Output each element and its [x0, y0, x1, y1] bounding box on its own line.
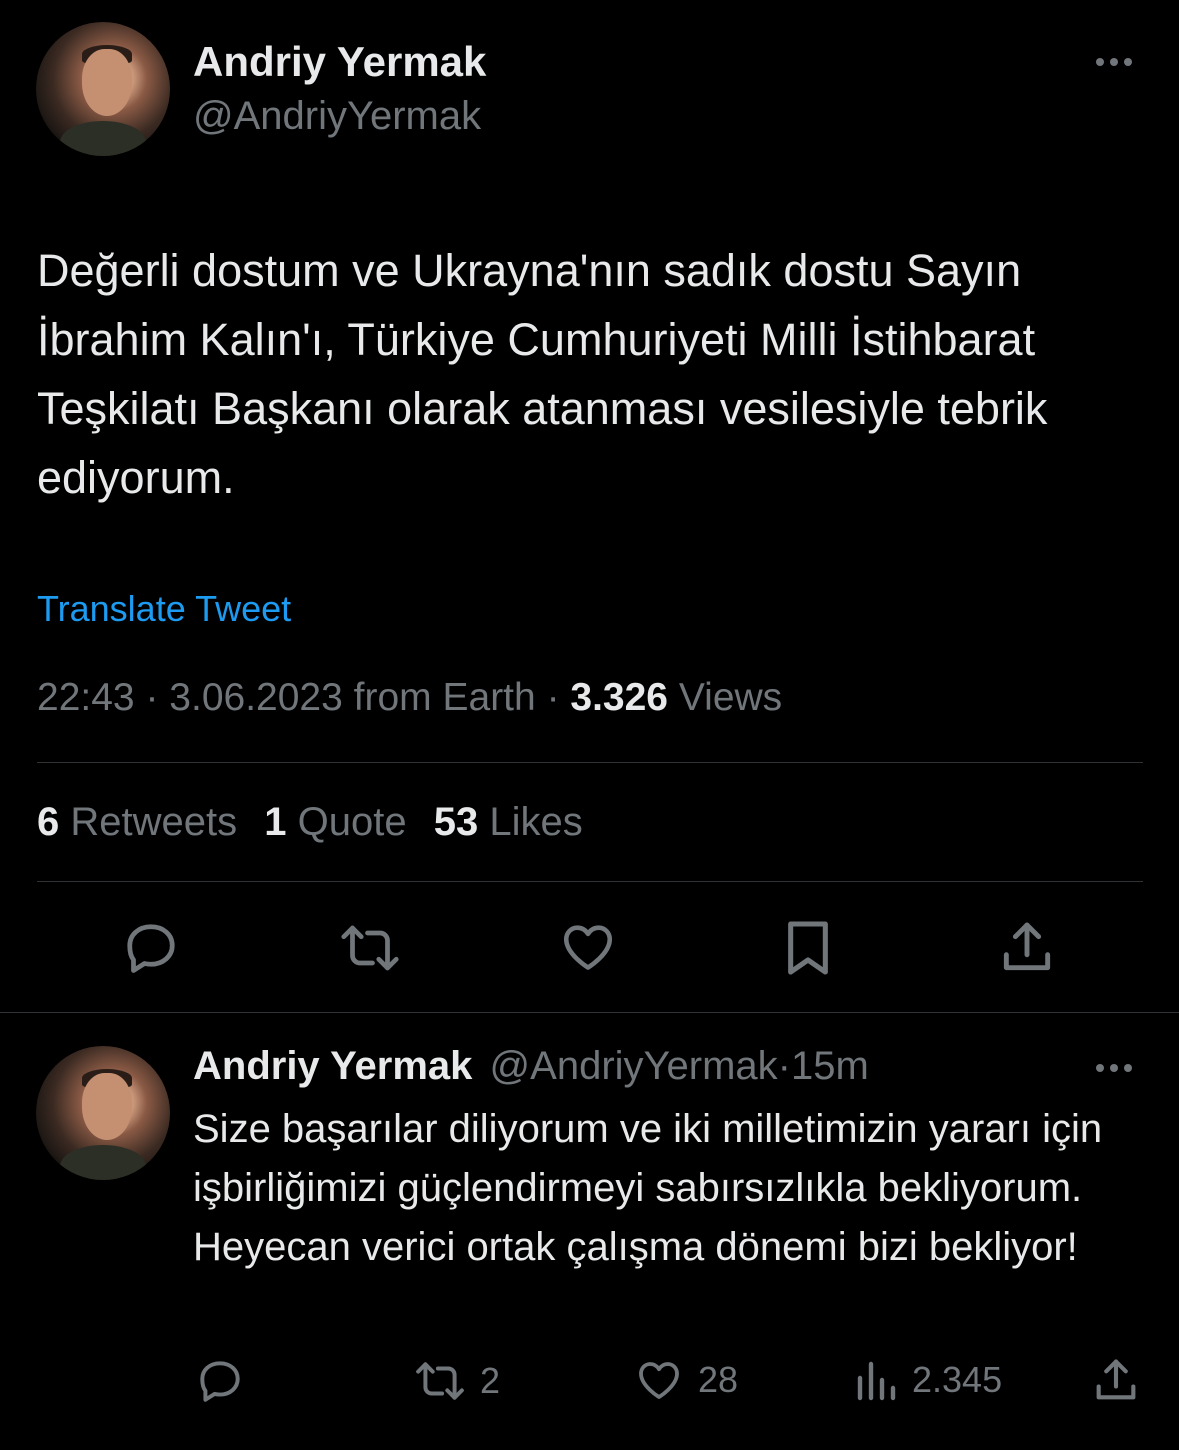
separator: ·: [145, 676, 159, 719]
tweet-text: Değerli dostum ve Ukrayna'nın sadık dost…: [37, 245, 1048, 503]
reply-author-avatar[interactable]: [36, 1046, 170, 1180]
more-icon[interactable]: [1096, 1064, 1132, 1072]
tweet-meta: 22:43 · 3.06.2023 from Earth · 3.326 Vie…: [37, 676, 782, 720]
reply-retweets-count: 2: [480, 1360, 501, 1401]
tweet-date[interactable]: 3.06.2023: [169, 676, 343, 719]
avatar-face: [81, 1072, 133, 1140]
reply-text: Size başarılar diliyorum ve iki milletim…: [193, 1107, 1103, 1269]
avatar-shirt: [60, 1145, 146, 1180]
retweets-count: 6: [37, 800, 60, 844]
avatar-face: [81, 48, 133, 116]
reply-author-name[interactable]: Andriy Yermak: [193, 1044, 472, 1088]
author-handle[interactable]: @AndriyYermak: [193, 94, 481, 139]
reply-icon[interactable]: [194, 1356, 246, 1406]
like-icon: [634, 1356, 684, 1404]
like-icon[interactable]: [558, 918, 618, 976]
likes-stat[interactable]: 53 Likes: [434, 800, 583, 844]
reply-views-count: 2.345: [912, 1359, 1003, 1400]
reply-timestamp[interactable]: 15m: [791, 1044, 869, 1088]
divider: [37, 881, 1143, 882]
retweet-icon[interactable]: [335, 918, 405, 978]
reply-like-action[interactable]: 28: [634, 1356, 738, 1404]
author-avatar[interactable]: [36, 22, 170, 156]
tweet-source: from Earth: [353, 676, 536, 719]
quotes-stat[interactable]: 1 Quote: [264, 800, 417, 844]
views-count: 3.326: [570, 676, 669, 719]
share-icon[interactable]: [996, 916, 1058, 978]
retweets-stat[interactable]: 6 Retweets: [37, 800, 248, 844]
share-icon[interactable]: [1090, 1354, 1142, 1406]
likes-count: 53: [433, 800, 479, 844]
separator: ·: [777, 1044, 791, 1088]
likes-label: Likes: [489, 800, 583, 844]
quotes-label: Quote: [297, 800, 407, 844]
reply-likes-count: 28: [698, 1359, 739, 1400]
reply-views-action[interactable]: 2.345: [854, 1356, 1002, 1404]
retweet-icon: [412, 1356, 468, 1406]
divider: [37, 762, 1143, 763]
retweets-label: Retweets: [70, 800, 238, 844]
views-icon: [854, 1356, 898, 1404]
reply-author-handle[interactable]: @AndriyYermak: [490, 1044, 778, 1088]
more-icon[interactable]: [1096, 58, 1132, 66]
tweet-time[interactable]: 22:43: [37, 676, 135, 719]
bookmark-icon[interactable]: [780, 916, 836, 980]
translate-tweet-link[interactable]: Translate Tweet: [37, 588, 291, 630]
author-name[interactable]: Andriy Yermak: [193, 38, 486, 86]
divider: [0, 1012, 1179, 1013]
engagement-stats: 6 Retweets 1 Quote 53 Likes: [37, 800, 583, 845]
reply-icon[interactable]: [120, 918, 182, 978]
reply-retweet-action[interactable]: 2: [412, 1356, 500, 1406]
reply-header: Andriy Yermak @AndriyYermak·15m: [193, 1044, 869, 1089]
quotes-count: 1: [264, 800, 287, 844]
views-label: Views: [678, 676, 783, 719]
avatar-shirt: [60, 121, 146, 156]
separator: ·: [546, 676, 560, 719]
